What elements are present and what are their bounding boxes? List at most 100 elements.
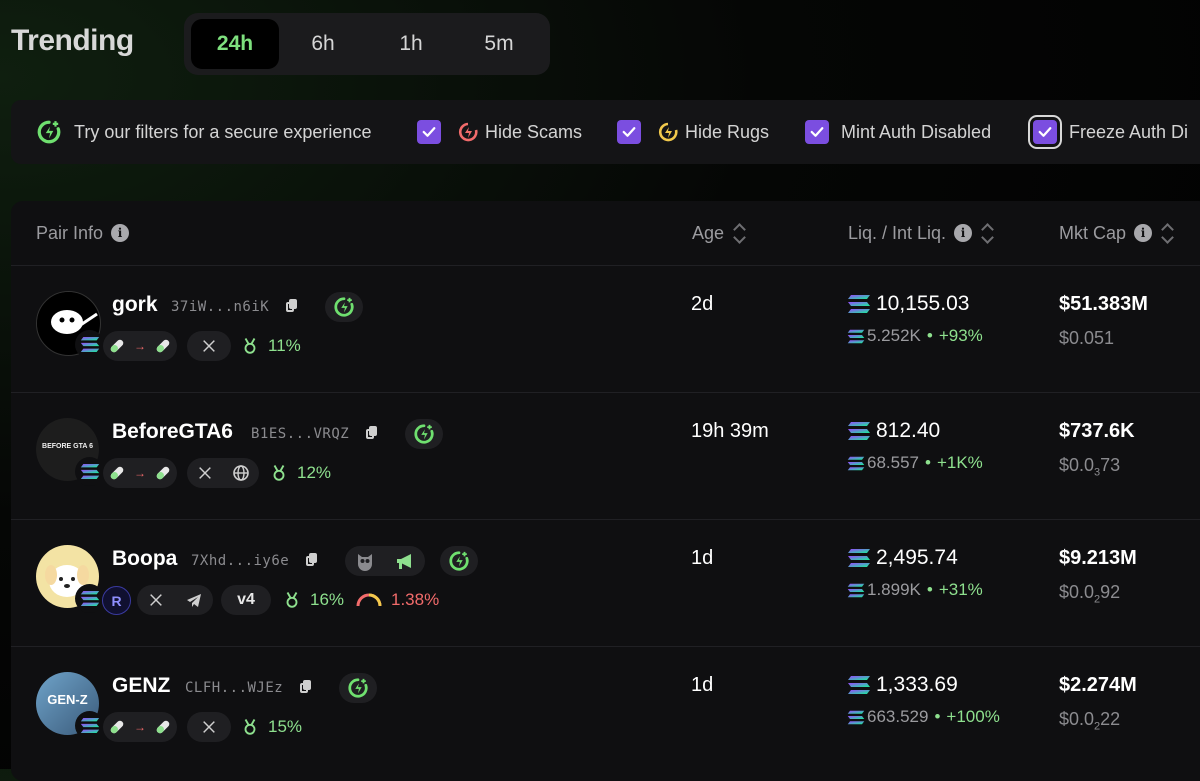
liquidity-value: 1,333.69 — [876, 673, 958, 696]
hide-scams-checkbox[interactable] — [417, 120, 441, 144]
liquidity-value: 812.40 — [876, 419, 941, 442]
filter-hide-rugs[interactable]: Hide Rugs — [617, 100, 769, 164]
launchpad-pill[interactable]: → — [103, 458, 177, 488]
solana-icon — [80, 590, 100, 607]
table-row[interactable]: Boopa 7Xhd...iy6e R v4 16% 1.38% 1d 2,49… — [11, 519, 1200, 647]
solana-icon — [80, 717, 100, 734]
token-name[interactable]: gork — [112, 293, 158, 317]
pill-icon — [107, 717, 127, 737]
table-row[interactable]: GEN-Z GENZ CLFH...WJEz → 15% 1d 1,333.69… — [11, 646, 1200, 774]
copy-icon[interactable] — [366, 426, 377, 439]
audit-badge[interactable] — [339, 673, 377, 703]
hide-rugs-checkbox[interactable] — [617, 120, 641, 144]
avatar-text: GEN-Z — [47, 692, 88, 707]
filter-hint: Try our filters for a secure experience — [36, 100, 371, 164]
table-row[interactable]: BEFORE GTA 6 BeforeGTA6 B1ES...VRQZ → 12… — [11, 392, 1200, 520]
raydium-icon: R — [111, 592, 122, 609]
audit-badge[interactable] — [405, 419, 443, 449]
medal-icon — [270, 464, 288, 482]
filter-hint-text: Try our filters for a secure experience — [74, 121, 372, 142]
initial-liquidity: 1.899K • +31% — [847, 580, 983, 600]
sort-icon[interactable] — [1162, 222, 1174, 244]
initial-liquidity: 663.529 • +100% — [847, 707, 1000, 727]
info-icon[interactable]: i — [954, 224, 973, 242]
shield-icon — [413, 423, 435, 445]
solana-badge — [75, 330, 104, 359]
token-name[interactable]: BeforeGTA6 — [112, 420, 233, 444]
holders-pct-value: 12% — [297, 463, 332, 482]
sort-icon[interactable] — [734, 222, 746, 244]
token-name[interactable]: GENZ — [112, 674, 170, 698]
gauge-icon — [356, 593, 382, 607]
launchpad-pill[interactable]: → — [103, 712, 177, 742]
tab-6h[interactable]: 6h — [279, 19, 367, 69]
filter-mint-auth[interactable]: Mint Auth Disabled — [805, 100, 991, 164]
check-icon — [1036, 123, 1054, 141]
sort-icon[interactable] — [982, 222, 994, 244]
token-price: $0.051 — [1059, 328, 1115, 348]
table-row[interactable]: gork 37iW...n6iK → 11% 2d 10,155.03 5.25… — [11, 265, 1200, 393]
liquidity: 812.40 — [847, 419, 940, 443]
audit-badge[interactable] — [325, 292, 363, 322]
solana-icon — [847, 456, 865, 471]
solana-icon — [847, 421, 871, 441]
bundle-pct-value: 1.38% — [391, 590, 440, 609]
audit-badge[interactable] — [440, 546, 478, 576]
initial-liquidity-value: 68.557 — [867, 453, 919, 472]
initial-liquidity-value: 663.529 — [867, 707, 929, 726]
token-address[interactable]: B1ES...VRQZ — [251, 426, 349, 442]
info-icon[interactable]: i — [1134, 224, 1153, 242]
holders-pct-value: 15% — [268, 717, 303, 736]
liquidity-change: +100% — [946, 707, 1000, 726]
market-cap: $737.6K — [1059, 420, 1135, 442]
freeze-auth-checkbox[interactable] — [1033, 120, 1057, 144]
freeze-auth-label: Freeze Auth Di — [1069, 121, 1189, 142]
solana-icon — [80, 336, 100, 353]
solana-badge — [75, 457, 104, 486]
token-address[interactable]: 37iW...n6iK — [171, 299, 269, 315]
filter-bar: Try our filters for a secure experience … — [11, 100, 1200, 164]
copy-icon[interactable] — [306, 553, 317, 566]
filter-hide-scams[interactable]: Hide Scams — [417, 100, 582, 164]
dev-badges[interactable] — [345, 546, 425, 576]
hide-scams-label: Hide Scams — [485, 121, 583, 142]
token-address[interactable]: 7Xhd...iy6e — [191, 553, 289, 569]
liquidity-change: +1K% — [936, 453, 983, 472]
launchpad-pill[interactable]: → — [103, 331, 177, 361]
holders-pct: 12% — [270, 463, 331, 483]
liquidity-change: +93% — [938, 326, 983, 345]
col-mcap[interactable]: Mkt Cap i — [1059, 201, 1174, 265]
social-links[interactable] — [187, 458, 259, 488]
page-title: Trending — [11, 24, 134, 57]
col-liq[interactable]: Liq. / Int Liq. i — [848, 201, 994, 265]
col-age[interactable]: Age — [692, 201, 746, 265]
tab-1h[interactable]: 1h — [367, 19, 455, 69]
copy-icon[interactable] — [300, 680, 311, 693]
pill-icon — [107, 463, 127, 483]
filter-freeze-auth[interactable]: Freeze Auth Di — [1033, 100, 1188, 164]
holders-pct: 16% — [283, 590, 344, 610]
tab-24h[interactable]: 24h — [191, 19, 279, 69]
market-cap: $2.274M — [1059, 674, 1137, 696]
liquidity-value: 2,495.74 — [876, 546, 958, 569]
megaphone-icon — [397, 554, 411, 569]
social-links[interactable] — [137, 585, 213, 615]
token-age: 19h 39m — [691, 420, 769, 442]
token-age: 1d — [691, 547, 714, 569]
mint-auth-checkbox[interactable] — [805, 120, 829, 144]
arrow-icon: → — [133, 339, 146, 353]
token-name[interactable]: Boopa — [112, 547, 177, 571]
x-link[interactable] — [187, 712, 231, 742]
copy-icon[interactable] — [286, 299, 297, 312]
rug-icon — [658, 122, 678, 142]
solana-icon — [847, 294, 871, 314]
migration-icon — [153, 463, 173, 483]
info-icon[interactable]: i — [111, 224, 130, 242]
token-address[interactable]: CLFH...WJEz — [185, 680, 283, 696]
mint-auth-label: Mint Auth Disabled — [841, 121, 992, 142]
x-link[interactable] — [187, 331, 231, 361]
initial-liquidity-value: 5.252K — [867, 326, 921, 345]
shield-icon — [347, 677, 369, 699]
initial-liquidity: 5.252K • +93% — [847, 326, 983, 346]
tab-5m[interactable]: 5m — [455, 19, 543, 69]
